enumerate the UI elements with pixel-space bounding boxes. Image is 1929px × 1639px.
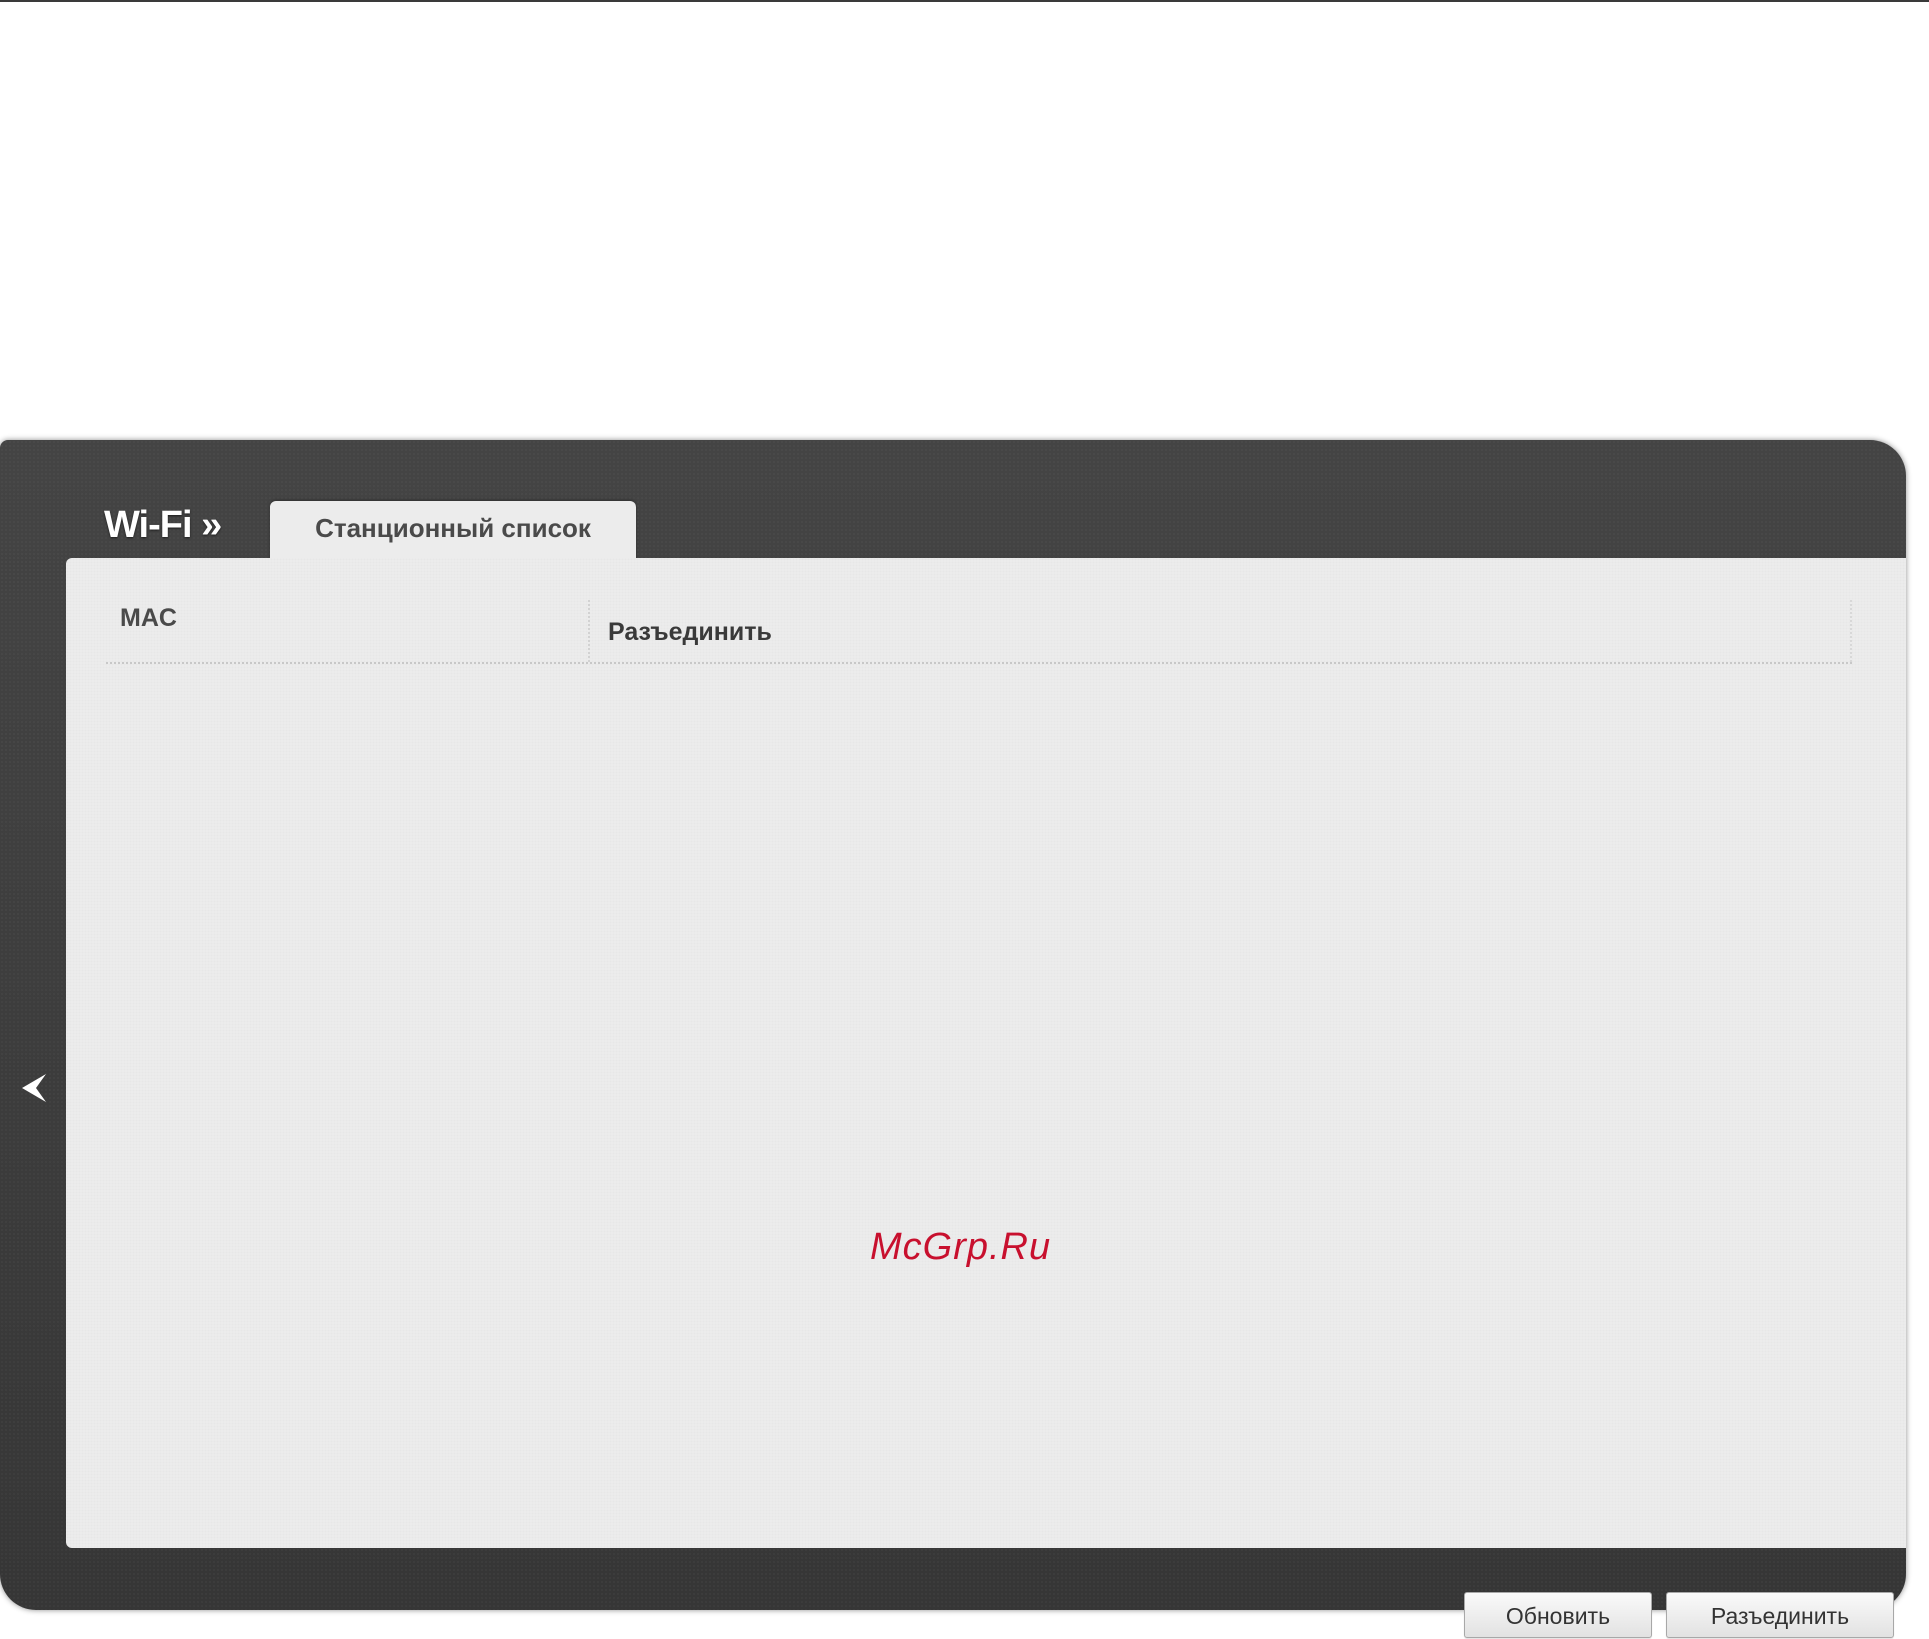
tab-station-list[interactable]: Станционный список xyxy=(270,501,636,561)
section-title: Wi-Fi » xyxy=(104,504,222,546)
column-mac: MAC xyxy=(106,600,590,662)
chevron-left-icon-svg xyxy=(22,1074,46,1102)
page-top-rule xyxy=(0,0,1929,2)
router-ui-frame: Wi-Fi » Станционный список MAC Разъедини… xyxy=(0,440,1906,1638)
station-table-header: MAC Разъединить xyxy=(106,600,1852,664)
column-disconnect: Разъединить xyxy=(590,600,1852,662)
refresh-button[interactable]: Обновить xyxy=(1464,1592,1652,1638)
column-mac-label: MAC xyxy=(120,604,177,632)
watermark: McGrp.Ru xyxy=(870,1226,1052,1268)
disconnect-button[interactable]: Разъединить xyxy=(1666,1592,1894,1638)
chevron-left-icon[interactable] xyxy=(18,1070,54,1106)
column-disconnect-label: Разъединить xyxy=(608,618,772,646)
content-panel: MAC Разъединить McGrp.Ru Обновить Разъед… xyxy=(66,558,1906,1638)
